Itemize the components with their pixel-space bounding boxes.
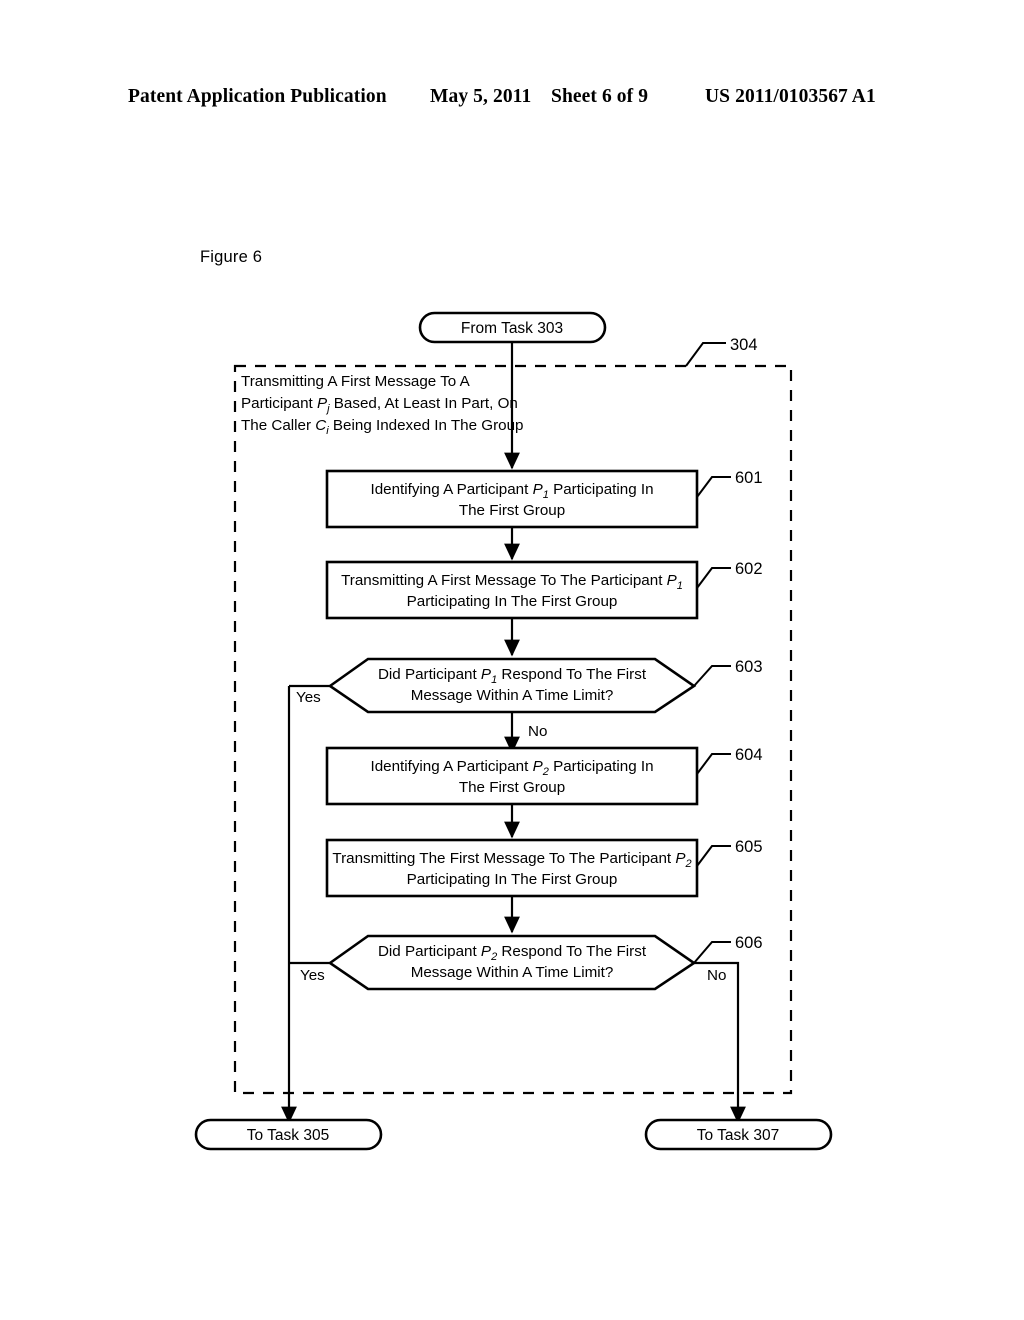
step-606-line-2: Message Within A Time Limit? [411,964,614,981]
step-603-line-1-post: Respond To The First [497,666,647,683]
leader-line-606 [693,941,731,964]
reference-numeral-304: 304 [730,336,758,354]
group-desc-line-2-pre: Participant [241,395,317,412]
leader-line-602 [696,567,731,589]
decision-hexagon-606[interactable]: Did Participant P2 Respond To The First … [327,934,697,991]
step-601-line-1-pre: Identifying A Participant [370,481,532,498]
process-box-602[interactable]: Transmitting A First Message To The Part… [325,560,699,620]
reference-numeral-604: 604 [735,746,763,764]
terminal-to-task-305-label: To Task 305 [247,1127,329,1144]
reference-numeral-606: 606 [735,934,763,952]
leader-line-603 [693,665,731,687]
patent-drawing-sheet: Patent Application Publication May 5, 20… [0,0,1024,1320]
terminal-to-task-307-label: To Task 307 [697,1127,779,1144]
step-603-line-1-pre: Did Participant [378,666,481,683]
step-604-line-1-sub: 2 [542,766,549,778]
step-606-line-1-pre: Did Participant [378,943,481,960]
reference-numeral-605: 605 [735,838,763,856]
step-602-line-1-pre: Transmitting A First Message To The Part… [341,572,667,589]
group-box-description-304: Transmitting A First Message To A Partic… [241,373,523,437]
branch-label-603-yes: Yes [296,689,321,706]
branch-606-no [694,961,746,1124]
terminal-to-task-305[interactable]: To Task 305 [194,1118,383,1151]
branch-label-603-no: No [528,723,547,740]
group-desc-line-3-pre: The Caller [241,417,315,434]
step-604-line-2: The First Group [459,779,565,796]
reference-numeral-602: 602 [735,560,763,578]
process-box-601[interactable]: Identifying A Participant P1 Participati… [325,469,699,529]
branch-label-606-yes: Yes [300,967,325,984]
terminal-to-task-307[interactable]: To Task 307 [644,1118,833,1151]
step-606-line-1-post: Respond To The First [497,943,647,960]
decision-hexagon-603[interactable]: Did Participant P1 Respond To The First … [327,657,697,714]
leader-line-601 [696,476,731,498]
group-desc-line-2-post: Based, At Least In Part, On [330,395,518,412]
group-desc-line-1: Transmitting A First Message To A [241,373,471,390]
step-605-line-1-pre: Transmitting The First Message To The Pa… [332,850,675,867]
step-601-line-1-post: Participating In [549,481,654,498]
reference-numeral-601: 601 [735,469,763,487]
step-604-line-1-pre: Identifying A Participant [370,758,532,775]
terminal-from-task-303[interactable]: From Task 303 [418,311,607,344]
leader-line-304 [685,342,726,367]
step-601-line-2: The First Group [459,502,565,519]
group-desc-line-3-post: Being Indexed In The Group [329,417,524,434]
process-box-604[interactable]: Identifying A Participant P2 Participati… [325,746,699,806]
leader-line-605 [696,845,731,867]
flowchart-figure-6: 304 Transmitting A First Message To A Pa… [194,311,833,1151]
terminal-from-task-303-label: From Task 303 [461,320,563,337]
svg-text:Transmitting A First Message T: Transmitting A First Message To A [241,373,471,390]
svg-text:The Caller Ci Being Indexed In: The Caller Ci Being Indexed In The Group [241,417,523,437]
leader-line-604 [696,753,731,775]
step-605-line-1-sub: 2 [685,858,692,870]
step-605-line-2: Participating In The First Group [407,871,618,888]
reference-numeral-603: 603 [735,658,763,676]
step-606-line-1-sub: 2 [490,951,497,963]
step-604-line-1-post: Participating In [549,758,654,775]
branch-label-606-no: No [707,967,726,984]
step-603-line-2: Message Within A Time Limit? [411,687,614,704]
step-602-line-2: Participating In The First Group [407,593,618,610]
step-602-line-1-sub: 1 [677,580,683,592]
process-box-605[interactable]: Transmitting The First Message To The Pa… [325,838,699,898]
svg-text:Participant Pj Based, At Least: Participant Pj Based, At Least In Part, … [241,395,518,415]
